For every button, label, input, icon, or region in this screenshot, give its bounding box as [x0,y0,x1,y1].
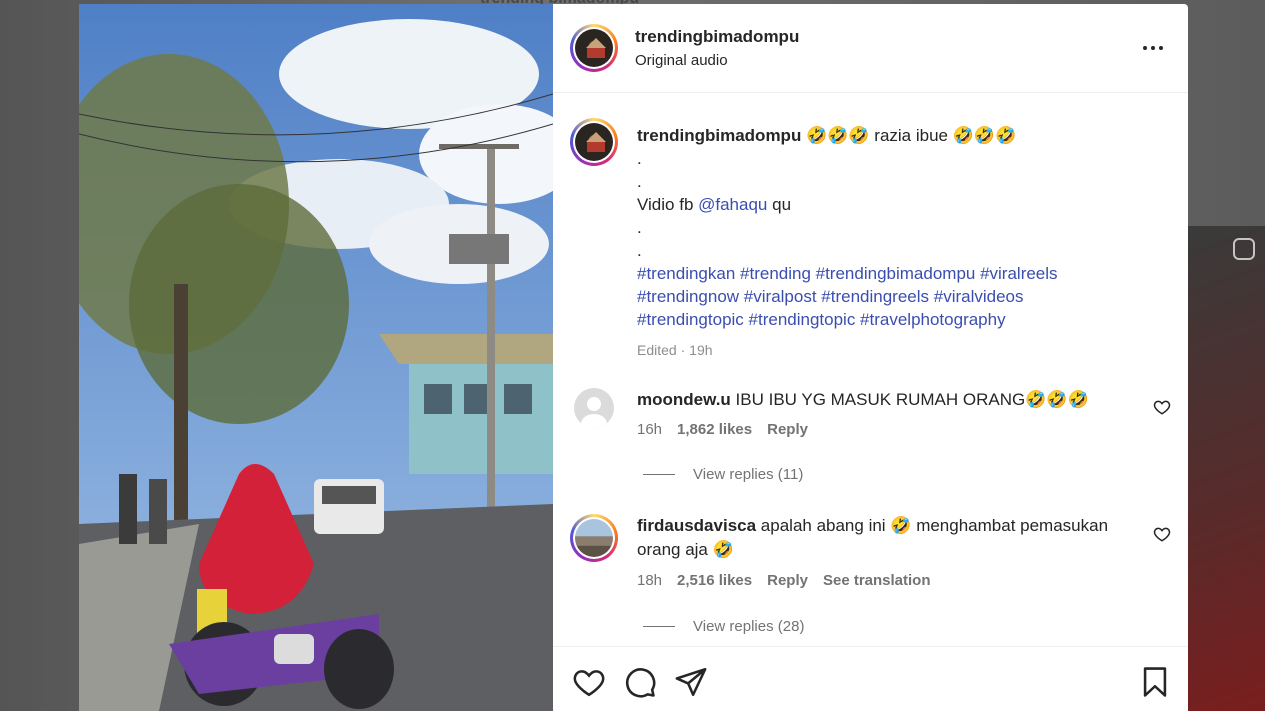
meta-separator: · [680,342,686,358]
comment-body: IBU IBU YG MASUK RUMAH ORANG🤣🤣🤣 [735,390,1089,409]
author-username[interactable]: trendingbimadompu [635,27,799,47]
see-translation-button[interactable]: See translation [823,572,931,589]
comment-time[interactable]: 16h [637,421,662,438]
post-details-panel: trendingbimadompu Original audio trendin… [553,4,1188,711]
caption-line: 🤣🤣🤣 razia ibue 🤣🤣🤣 [806,126,1017,145]
caption-vidio-suffix: qu [767,195,792,214]
comment-like-icon[interactable] [1153,398,1171,416]
caption-text: trendingbimadompu 🤣🤣🤣 razia ibue 🤣🤣🤣 . .… [637,124,1177,362]
hashtags-line[interactable]: #trendingnow #viralpost #trendingreels #… [637,285,1177,308]
comment-likes[interactable]: 2,516 likes [677,572,752,589]
reply-button[interactable]: Reply [767,572,808,589]
more-horizontal-icon[interactable] [1139,38,1167,58]
edited-label: Edited [637,342,677,358]
replies-divider [643,626,675,627]
caption-vidio-prefix: Vidio fb [637,195,699,214]
video-frame [79,4,553,711]
caption-dot: . [637,241,642,260]
replies-divider [643,474,675,475]
view-replies-label: View replies (28) [693,618,805,635]
commenter-avatar[interactable] [574,388,614,428]
comment-like-icon[interactable] [1153,525,1171,543]
comment-likes[interactable]: 1,862 likes [677,421,752,438]
commenter-avatar[interactable] [570,514,618,562]
comment-icon[interactable] [623,665,657,699]
next-post-preview[interactable] [1188,226,1265,711]
view-replies-button[interactable]: View replies (11) [643,466,803,483]
heart-icon[interactable] [572,665,606,699]
comment-text: firdausdavisca apalah abang ini 🤣 mengha… [637,514,1137,562]
author-avatar[interactable] [570,24,618,72]
reply-button[interactable]: Reply [767,421,808,438]
send-icon[interactable] [674,665,708,699]
caption-avatar[interactable] [570,118,618,166]
reel-viewer: trending bimadompu Original audio trendi… [0,0,1265,711]
comment-text: moondew.u IBU IBU YG MASUK RUMAH ORANG🤣🤣… [637,388,1137,412]
commenter-username[interactable]: moondew.u [637,390,731,409]
action-bar [553,646,1188,711]
caption-username[interactable]: trendingbimadompu [637,126,801,145]
audio-label[interactable]: Original audio [635,52,728,69]
reels-icon [1233,238,1255,260]
reel-video[interactable] [79,4,553,711]
post-header: trendingbimadompu Original audio [553,4,1188,93]
view-replies-button[interactable]: View replies (28) [643,618,804,635]
comment-time[interactable]: 18h [637,572,662,589]
bookmark-icon[interactable] [1138,665,1172,699]
post-time[interactable]: 19h [689,342,712,358]
caption-dot: . [637,218,642,237]
commenter-username[interactable]: firdausdavisca [637,516,756,535]
mention-link[interactable]: @fahaqu [698,195,767,214]
caption-dot: . [637,149,642,168]
caption-dot: . [637,172,642,191]
hashtags-line[interactable]: #trendingkan #trending #trendingbimadomp… [637,262,1177,285]
view-replies-label: View replies (11) [693,466,804,483]
hashtags-line[interactable]: #trendingtopic #trendingtopic #travelpho… [637,308,1177,331]
